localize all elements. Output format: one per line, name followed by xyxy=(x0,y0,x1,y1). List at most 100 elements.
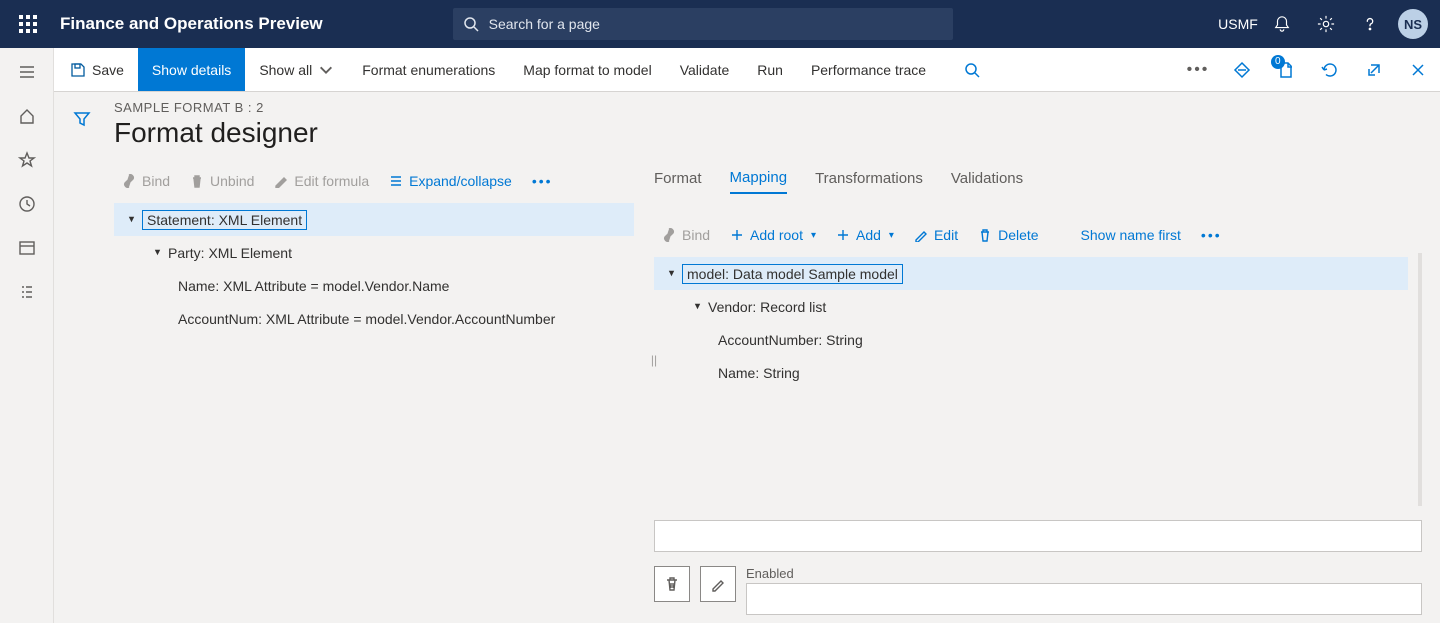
tree-label: AccountNum: XML Attribute = model.Vendor… xyxy=(178,311,555,327)
mapping-pane: Format Mapping Transformations Validatio… xyxy=(634,163,1422,615)
show-name-first-button[interactable]: Show name first xyxy=(1073,223,1189,247)
tree-row[interactable]: Name: XML Attribute = model.Vendor.Name xyxy=(114,269,634,302)
nav-recent-button[interactable] xyxy=(7,184,47,224)
expand-toggle[interactable] xyxy=(664,267,678,281)
search-input[interactable]: Search for a page xyxy=(453,8,953,40)
workspace-icon xyxy=(18,239,36,257)
nav-modules-button[interactable] xyxy=(7,272,47,312)
expand-collapse-button[interactable]: Expand/collapse xyxy=(381,169,520,193)
edit-binding-button[interactable] xyxy=(700,566,736,602)
refresh-button[interactable] xyxy=(1308,48,1352,91)
help-icon xyxy=(1361,15,1379,33)
add-root-button[interactable]: Add root ▾ xyxy=(722,223,824,247)
left-more-button[interactable]: ••• xyxy=(524,169,561,193)
action-bar: Save Show details Show all Format enumer… xyxy=(0,48,1440,92)
nav-home-button[interactable] xyxy=(7,96,47,136)
search-icon xyxy=(463,16,479,32)
validate-button[interactable]: Validate xyxy=(666,48,744,91)
top-navbar: Finance and Operations Preview Search fo… xyxy=(0,0,1440,48)
ellipsis-icon: ••• xyxy=(1187,61,1210,79)
format-enumerations-button[interactable]: Format enumerations xyxy=(348,48,509,91)
tree-row[interactable]: Name: String xyxy=(654,356,1408,389)
chevron-down-icon: ▾ xyxy=(889,230,894,241)
more-actions-button[interactable]: ••• xyxy=(1176,48,1220,91)
app-title: Finance and Operations Preview xyxy=(48,14,323,34)
tab-mapping[interactable]: Mapping xyxy=(730,169,788,194)
format-tree: Statement: XML Element Party: XML Elemen… xyxy=(114,203,634,335)
mapping-bind-button[interactable]: Bind xyxy=(654,223,718,247)
run-button[interactable]: Run xyxy=(743,48,797,91)
remove-binding-button[interactable] xyxy=(654,566,690,602)
action-search-button[interactable] xyxy=(950,48,994,91)
settings-button[interactable] xyxy=(1306,0,1346,48)
attachment-count-badge: 0 xyxy=(1271,55,1285,69)
add-button[interactable]: Add ▾ xyxy=(828,223,902,247)
waffle-icon xyxy=(19,15,37,33)
pencil-icon xyxy=(710,576,726,592)
filter-pane-toggle[interactable] xyxy=(54,92,110,623)
tree-row[interactable]: Statement: XML Element xyxy=(114,203,634,236)
performance-trace-button[interactable]: Performance trace xyxy=(797,48,940,91)
nav-rail xyxy=(0,48,54,623)
tab-transformations[interactable]: Transformations xyxy=(815,170,923,193)
chevron-down-icon: ▾ xyxy=(811,230,816,241)
binding-path-input[interactable] xyxy=(654,520,1422,552)
tree-row[interactable]: Vendor: Record list xyxy=(654,290,1408,323)
close-icon xyxy=(1409,61,1427,79)
bind-button[interactable]: Bind xyxy=(114,169,178,193)
nav-favorites-button[interactable] xyxy=(7,140,47,180)
attachments-button[interactable]: 0 xyxy=(1264,48,1308,91)
options-button[interactable] xyxy=(1220,48,1264,91)
expand-toggle[interactable] xyxy=(690,300,704,314)
close-button[interactable] xyxy=(1396,48,1440,91)
popout-button[interactable] xyxy=(1352,48,1396,91)
user-avatar[interactable]: NS xyxy=(1398,9,1428,39)
tab-validations[interactable]: Validations xyxy=(951,170,1023,193)
expand-toggle[interactable] xyxy=(150,246,164,260)
enabled-label: Enabled xyxy=(746,566,1422,581)
show-all-button[interactable]: Show all xyxy=(245,48,348,91)
save-label: Save xyxy=(92,62,124,78)
tree-row[interactable]: AccountNum: XML Attribute = model.Vendor… xyxy=(114,302,634,335)
tree-icon xyxy=(389,174,403,188)
home-icon xyxy=(18,107,36,125)
breadcrumb: SAMPLE FORMAT B : 2 xyxy=(114,100,1422,115)
link-icon xyxy=(122,174,136,188)
trash-icon xyxy=(190,174,204,188)
app-launcher-button[interactable] xyxy=(8,15,48,33)
delete-button[interactable]: Delete xyxy=(970,223,1046,247)
nav-menu-button[interactable] xyxy=(7,52,47,92)
unbind-button[interactable]: Unbind xyxy=(182,169,262,193)
tree-row[interactable]: model: Data model Sample model xyxy=(654,257,1408,290)
show-details-button[interactable]: Show details xyxy=(138,48,245,91)
filter-icon xyxy=(73,110,91,128)
mapping-tree: model: Data model Sample model Vendor: R… xyxy=(654,257,1408,389)
plus-icon xyxy=(836,228,850,242)
map-format-to-model-button[interactable]: Map format to model xyxy=(509,48,665,91)
edit-formula-button[interactable]: Edit formula xyxy=(266,169,377,193)
page-title: Format designer xyxy=(114,117,1422,149)
tab-format[interactable]: Format xyxy=(654,170,702,193)
clock-icon xyxy=(18,195,36,213)
save-button[interactable]: Save xyxy=(56,48,138,91)
company-picker[interactable]: USMF xyxy=(1218,0,1258,48)
tree-label: Name: XML Attribute = model.Vendor.Name xyxy=(178,278,449,294)
nav-workspaces-button[interactable] xyxy=(7,228,47,268)
expand-toggle[interactable] xyxy=(124,213,138,227)
save-icon xyxy=(70,62,86,78)
enabled-input[interactable] xyxy=(746,583,1422,615)
bell-icon xyxy=(1273,15,1291,33)
popout-icon xyxy=(1365,61,1383,79)
pencil-icon xyxy=(914,228,928,242)
plus-icon xyxy=(730,228,744,242)
diamond-icon xyxy=(1233,61,1251,79)
edit-button[interactable]: Edit xyxy=(906,223,966,247)
help-button[interactable] xyxy=(1350,0,1390,48)
tree-row[interactable]: Party: XML Element xyxy=(114,236,634,269)
notifications-button[interactable] xyxy=(1262,0,1302,48)
tree-label: Name: String xyxy=(718,365,800,381)
pencil-icon xyxy=(274,174,288,188)
right-more-button[interactable]: ••• xyxy=(1193,223,1230,247)
tree-row[interactable]: AccountNumber: String xyxy=(654,323,1408,356)
list-icon xyxy=(18,283,36,301)
